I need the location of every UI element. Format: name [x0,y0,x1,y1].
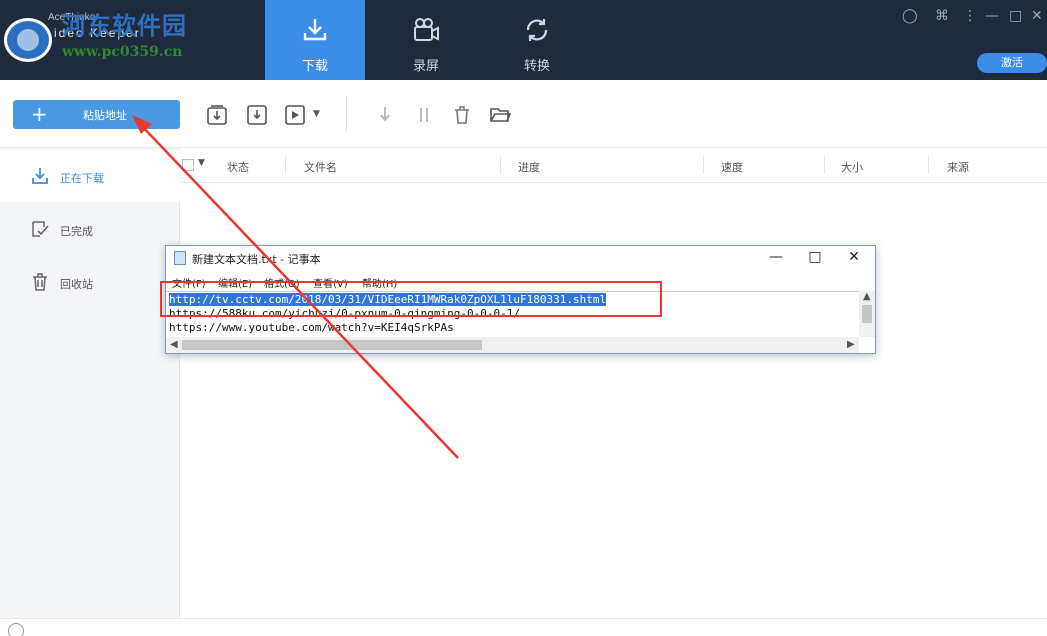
highlight-box [160,281,662,317]
sidebar-item-label: 正在下载 [60,172,104,185]
column-divider [928,156,929,174]
activate-button[interactable]: 激活 [977,53,1047,73]
column-header-source[interactable]: 来源 [947,159,969,175]
column-header-size[interactable]: 大小 [841,159,863,175]
notepad-icon [174,251,186,265]
tab-record-label: 录屏 [412,59,439,74]
sidebar-item-recycle-bin[interactable]: 回收站 [0,256,180,308]
sidebar-item-completed[interactable]: 已完成 [0,203,180,255]
scroll-thumb[interactable] [862,305,872,323]
open-folder-icon[interactable] [489,104,511,126]
scroll-up-icon[interactable]: ▲ [863,291,871,302]
add-icon[interactable] [8,623,24,636]
column-divider [703,156,704,174]
app-logo [4,18,52,62]
tab-download-label: 下载 [301,59,328,74]
text-line[interactable]: https://www.youtube.com/watch?v=KEI4qSrk… [169,321,454,334]
close-icon[interactable]: ✕ [834,249,874,267]
maximize-icon[interactable]: □ [1009,8,1022,24]
chevron-down-icon[interactable]: ▼ [313,109,320,119]
sidebar-item-label: 已完成 [60,225,93,238]
download-file-icon[interactable] [246,104,268,126]
notepad-title: 新建文本文档.txt - 记事本 [192,253,321,266]
watermark-site-name: 河东软件园 [62,12,187,40]
plus-icon: + [31,102,48,126]
paste-url-button[interactable]: + 粘贴地址 [13,100,180,129]
column-header-status[interactable]: 状态 [227,159,249,175]
video-camera-icon [414,18,439,41]
tab-record[interactable]: 录屏 [376,0,476,80]
delete-icon[interactable] [451,104,473,126]
download-icon [32,168,48,184]
column-divider [285,156,286,174]
minimize-icon[interactable]: — [985,8,999,24]
convert-icon [526,19,548,41]
scroll-right-icon[interactable]: ▶ [847,339,855,350]
tab-convert[interactable]: 转换 [487,0,587,80]
scroll-thumb[interactable] [182,340,482,350]
sidebar-item-label: 回收站 [60,278,93,291]
select-all-checkbox[interactable] [182,159,194,171]
minimize-icon[interactable]: — [756,249,796,267]
close-icon[interactable]: ✕ [1031,8,1043,24]
tab-download[interactable]: 下载 [265,0,365,80]
video-download-icon[interactable] [284,104,306,126]
start-download-icon[interactable] [374,104,396,126]
horizontal-scrollbar[interactable]: ◀ ▶ [166,337,859,353]
check-icon [32,221,49,237]
column-header-progress[interactable]: 进度 [518,159,540,175]
download-table-header: ▼ 状态 文件名 进度 速度 大小 来源 [180,148,1047,183]
batch-download-icon[interactable] [206,104,228,126]
tab-convert-label: 转换 [523,59,550,74]
column-header-speed[interactable]: 速度 [721,159,743,175]
app-window: AceThinker ideo Keeper 河东软件园 www.pc0359.… [0,0,1047,636]
column-divider [824,156,825,174]
maximize-icon[interactable]: □ [795,249,835,267]
sidebar: 正在下载 已完成 回收站 [0,148,180,618]
settings-icon[interactable]: ⌘ [935,8,949,24]
toolbar-divider [346,96,347,132]
column-divider [500,156,501,174]
paste-url-label: 粘贴地址 [83,109,127,122]
menu-icon[interactable]: ⋮ [963,8,977,24]
column-header-filename[interactable]: 文件名 [304,159,337,175]
user-icon[interactable]: ◯ [902,8,918,24]
pause-icon[interactable] [413,104,435,126]
vertical-scrollbar[interactable]: ▲ [859,291,875,337]
title-bar: AceThinker ideo Keeper 河东软件园 www.pc0359.… [0,0,1047,80]
notepad-title-bar[interactable]: 新建文本文档.txt - 记事本 — □ ✕ [166,246,875,270]
watermark-url: www.pc0359.cn [62,44,183,60]
sidebar-item-downloading[interactable]: 正在下载 [0,150,180,202]
download-icon [303,19,327,41]
chevron-down-icon[interactable]: ▼ [198,158,205,168]
status-bar [0,618,1047,636]
scroll-left-icon[interactable]: ◀ [170,339,178,350]
trash-icon [33,273,47,291]
